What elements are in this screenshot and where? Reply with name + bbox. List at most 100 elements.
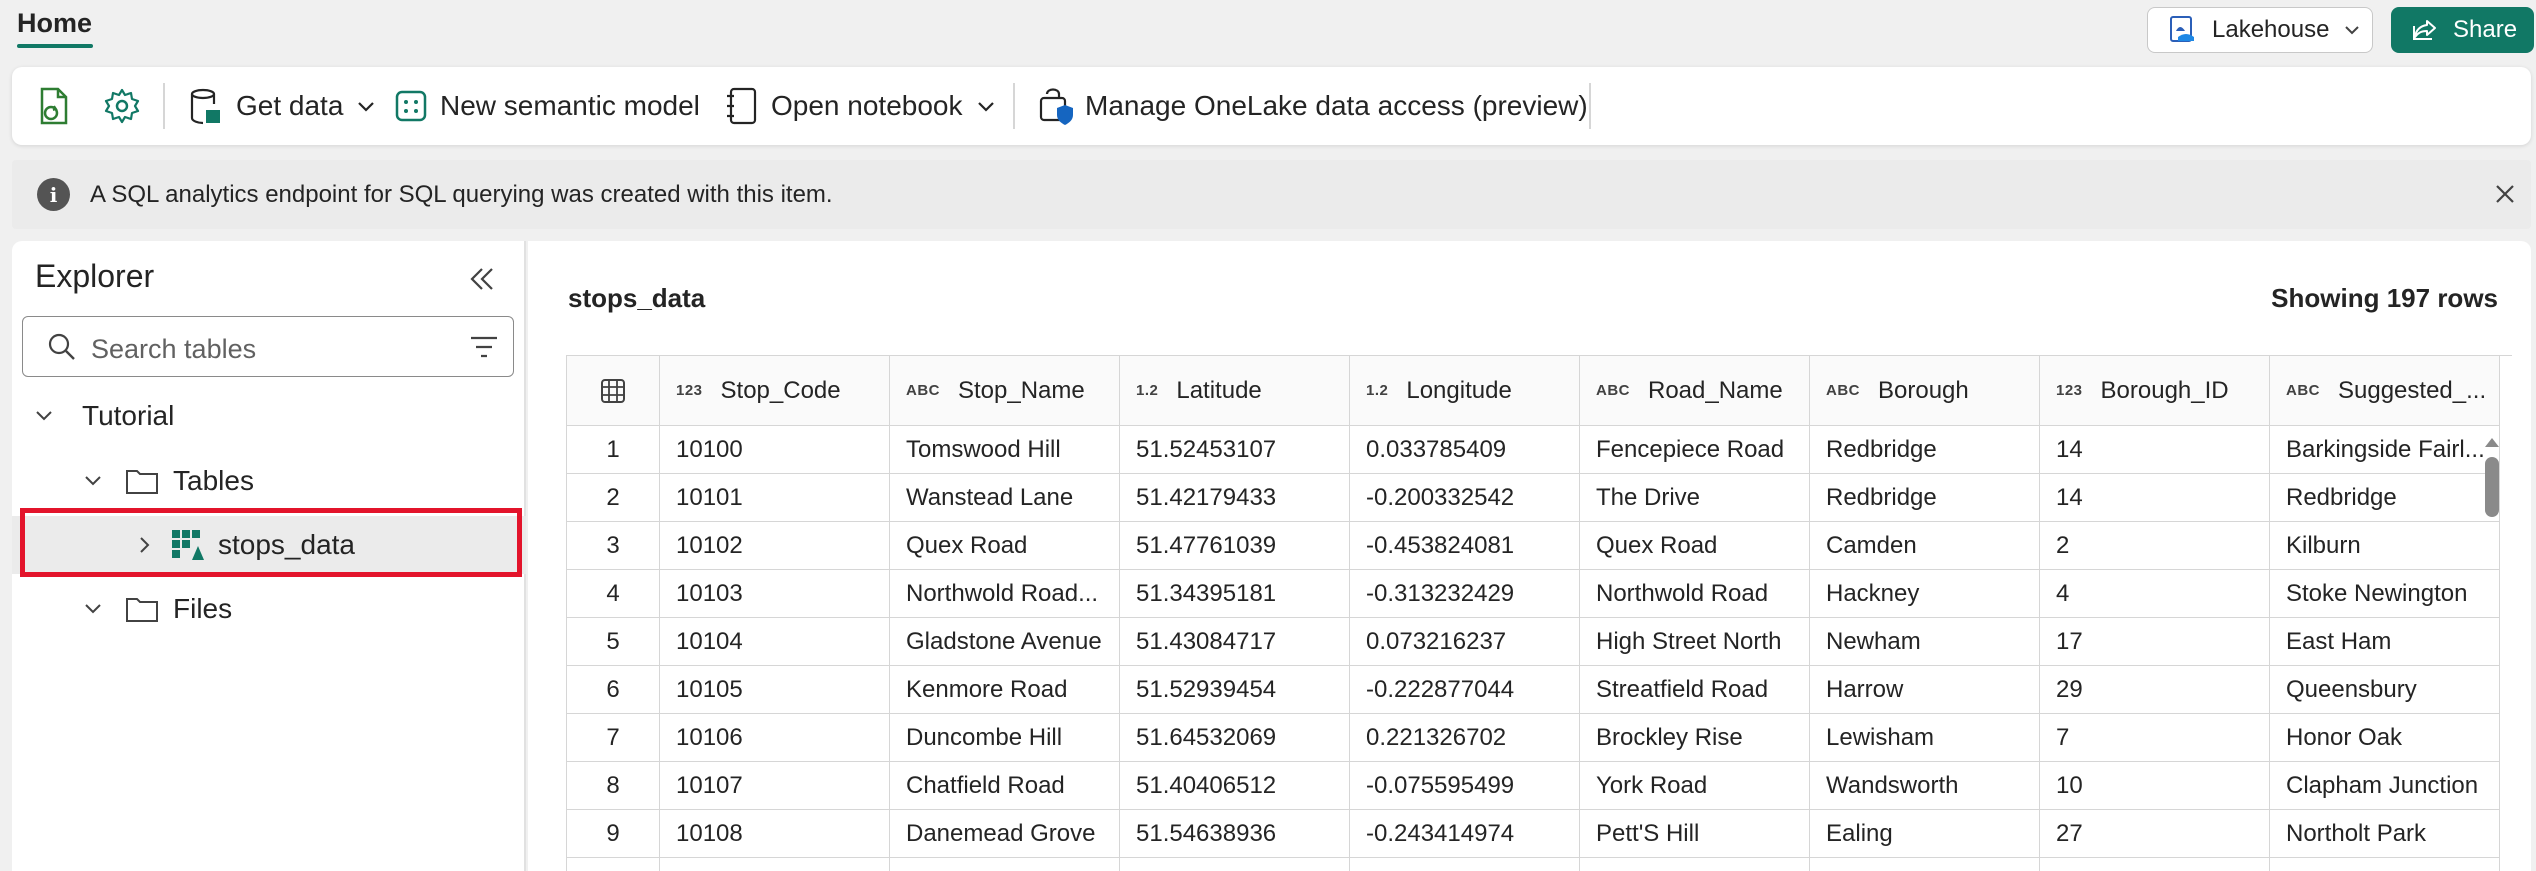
table-cell: 51.47761039 xyxy=(1120,522,1350,570)
chevron-down-icon xyxy=(85,604,101,614)
column-header[interactable]: ABC Suggested_... xyxy=(2270,356,2500,426)
settings-button[interactable] xyxy=(103,67,141,145)
row-index-cell: 6 xyxy=(567,666,660,714)
table-row[interactable]: 8 10107 Chatfield Road 51.40406512 -0.075595… xyxy=(567,762,2500,810)
column-header[interactable]: ABC Stop_Name xyxy=(890,356,1120,426)
get-data-button[interactable]: Get data xyxy=(188,67,377,145)
table-cell: 51.42179433 xyxy=(1120,474,1350,522)
lakehouse-icon xyxy=(2170,16,2194,42)
collapse-pane-icon[interactable] xyxy=(464,261,500,297)
search-icon xyxy=(48,333,75,360)
refresh-file-icon xyxy=(40,87,68,125)
table-cell xyxy=(2040,858,2270,871)
column-header-label: Road_Name xyxy=(1648,376,1783,404)
column-type-badge: ABC xyxy=(2286,382,2320,399)
explorer-pane: Explorer Search tables Tutorial Tables s… xyxy=(12,241,526,871)
table-cell: -0.222877044 xyxy=(1350,666,1580,714)
row-index-cell: 7 xyxy=(567,714,660,762)
table-cell: 7 xyxy=(2040,714,2270,762)
folder-icon xyxy=(126,598,158,622)
table-row[interactable]: 2 10101 Wanstead Lane 51.42179433 -0.2003325… xyxy=(567,474,2500,522)
get-data-label: Get data xyxy=(236,90,344,121)
refresh-button[interactable] xyxy=(36,67,72,145)
info-message-text: A SQL analytics endpoint for SQL queryin… xyxy=(90,181,833,208)
column-header[interactable]: 123 Borough_ID xyxy=(2040,356,2270,426)
column-header[interactable]: 1.2 Longitude xyxy=(1350,356,1580,426)
table-cell: Newham xyxy=(1810,618,2040,666)
tab-home-indicator xyxy=(17,44,93,48)
search-tables-input[interactable]: Search tables xyxy=(22,316,514,377)
row-index-cell: 4 xyxy=(567,570,660,618)
table-cell: Ealing xyxy=(1810,810,2040,858)
table-cell: Pett'S Hill xyxy=(1580,810,1810,858)
tree-label-files: Files xyxy=(173,593,233,624)
table-cell: Wanstead Lane xyxy=(890,474,1120,522)
tree-item-tables[interactable]: Tables xyxy=(12,452,526,510)
chevron-down-icon xyxy=(977,102,994,112)
column-header[interactable]: 1.2 Latitude xyxy=(1120,356,1350,426)
table-cell: Hackney xyxy=(1810,570,2040,618)
table-cell: 51.43084717 xyxy=(1120,618,1350,666)
table-row[interactable]: 9 10108 Danemead Grove 51.54638936 -0.243414… xyxy=(567,810,2500,858)
table-cell: 51.52453107 xyxy=(1120,426,1350,474)
tab-home[interactable]: Home xyxy=(17,8,92,39)
row-index-cell: 3 xyxy=(567,522,660,570)
share-button[interactable]: Share xyxy=(2391,7,2534,53)
column-header[interactable]: ABC Road_Name xyxy=(1580,356,1810,426)
select-all-cell[interactable] xyxy=(567,356,660,426)
semantic-model-icon xyxy=(395,90,427,122)
table-row[interactable]: 4 10103 Northwold Road... 51.34395181 -0.313… xyxy=(567,570,2500,618)
column-header[interactable]: ABC Borough xyxy=(1810,356,2040,426)
table-cell: Fencepiece Road xyxy=(1580,426,1810,474)
table-cell: 27 xyxy=(2040,810,2270,858)
table-cell: Quex Road xyxy=(890,522,1120,570)
table-cell: Queensbury xyxy=(2270,666,2500,714)
table-cell: Stoke Newington xyxy=(2270,570,2500,618)
tree-item-tutorial[interactable]: Tutorial xyxy=(12,387,526,445)
new-semantic-model-button[interactable]: New semantic model xyxy=(394,67,700,145)
lakehouse-switcher-button[interactable]: Lakehouse xyxy=(2147,7,2373,53)
table-cell: Barkingside Fairl... xyxy=(2270,426,2500,474)
chevron-down-icon xyxy=(358,102,375,112)
column-header[interactable]: 123 Stop_Code xyxy=(660,356,890,426)
table-row[interactable]: 7 10106 Duncombe Hill 51.64532069 0.22132670… xyxy=(567,714,2500,762)
table-row[interactable]: 3 10102 Quex Road 51.47761039 -0.453824081 Qu… xyxy=(567,522,2500,570)
table-cell: Danemead Grove xyxy=(890,810,1120,858)
close-icon[interactable] xyxy=(2487,176,2523,212)
table-cell xyxy=(660,858,890,871)
column-header-label: Borough xyxy=(1878,376,1969,404)
open-notebook-button[interactable]: Open notebook xyxy=(725,67,997,145)
ribbon-divider xyxy=(163,83,165,129)
search-placeholder: Search tables xyxy=(91,334,257,364)
filter-icon[interactable] xyxy=(469,334,499,360)
column-header-label: Suggested_... xyxy=(2338,376,2487,404)
table-row[interactable]: 1 10100 Tomswood Hill 51.52453107 0.03378540… xyxy=(567,426,2500,474)
table-header-row: 123 Stop_Code ABC Stop_Name 1.2 Latitude 1.2 Lo… xyxy=(567,356,2500,426)
table-cell: 14 xyxy=(2040,426,2270,474)
table-cell xyxy=(1350,858,1580,871)
explorer-title: Explorer xyxy=(35,258,155,294)
scroll-up-arrow-icon[interactable] xyxy=(2483,434,2501,450)
table-cell: The Drive xyxy=(1580,474,1810,522)
table-cell: Duncombe Hill xyxy=(890,714,1120,762)
top-bar: Home Lakehouse Share xyxy=(0,0,2536,62)
row-count-label: Showing 197 rows xyxy=(2271,283,2498,313)
table-cell: 51.52939454 xyxy=(1120,666,1350,714)
database-icon xyxy=(190,88,220,125)
table-row[interactable] xyxy=(567,858,2500,871)
table-cell: 10103 xyxy=(660,570,890,618)
manage-onelake-access-button[interactable]: Manage OneLake data access (preview) xyxy=(1037,67,1588,145)
table-row[interactable]: 5 10104 Gladstone Avenue 51.43084717 0.07321… xyxy=(567,618,2500,666)
tree-item-files[interactable]: Files xyxy=(12,580,526,638)
vertical-scrollbar-thumb[interactable] xyxy=(2485,457,2499,517)
table-cell xyxy=(890,858,1120,871)
table-cell: -0.453824081 xyxy=(1350,522,1580,570)
tree-label-tutorial: Tutorial xyxy=(82,400,175,431)
table-cell: Streatfield Road xyxy=(1580,666,1810,714)
table-row[interactable]: 6 10105 Kenmore Road 51.52939454 -0.22287704… xyxy=(567,666,2500,714)
table-cell: 0.073216237 xyxy=(1350,618,1580,666)
column-header-label: Longitude xyxy=(1406,376,1512,404)
row-index-cell: 8 xyxy=(567,762,660,810)
folder-icon xyxy=(126,470,158,494)
share-icon xyxy=(2413,20,2436,40)
